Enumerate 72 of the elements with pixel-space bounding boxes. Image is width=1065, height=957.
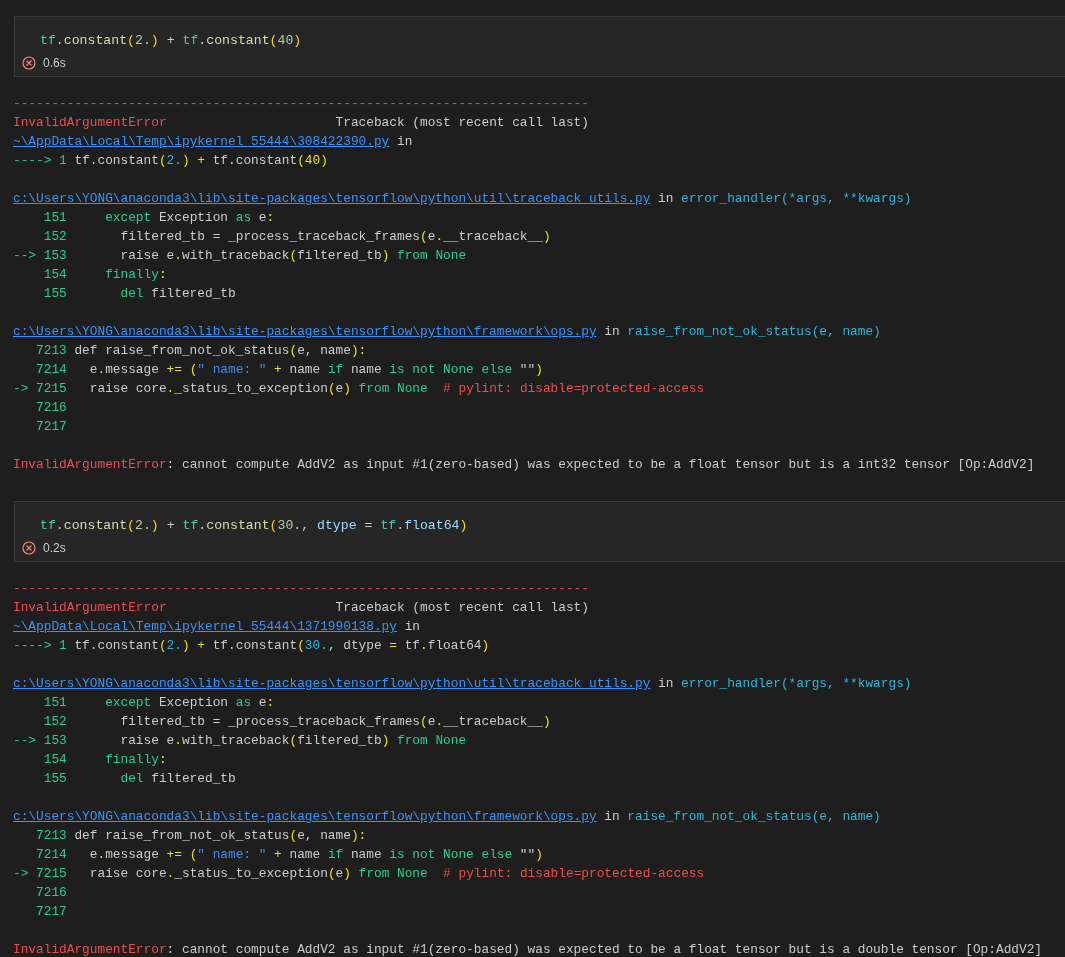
line-number: 7213	[36, 342, 67, 360]
code-text: filtered_tb = _process_traceback_frames(e.__traceback__)	[119, 713, 551, 731]
code-text: tf.constant(2.) + tf.constant(40)	[73, 152, 328, 170]
file-link[interactable]: c:\Users\YONG\anaconda3\lib\site-packages\tensorflow\python\util\traceback_utils.py	[13, 189, 651, 208]
line-number: 1	[59, 152, 67, 170]
line-number: 7217	[36, 903, 67, 921]
line-number: 1	[59, 637, 67, 655]
execution-time: 0.6s	[43, 56, 66, 70]
line-number: 154	[43, 751, 67, 769]
code-text: InvalidArgumentError Traceback (most recent call last)	[13, 599, 589, 617]
file-link[interactable]: ~\AppData\Local\Temp\ipykernel_55444\308422390.py	[13, 132, 390, 151]
line-number: 7216	[36, 884, 67, 902]
line-number: 151	[43, 694, 67, 712]
code-text: in raise_from_not_ok_status(e, name)	[603, 808, 881, 826]
code-text: raise e.with_traceback(filtered_tb) from None	[119, 732, 467, 750]
line-number: 7215	[36, 380, 67, 398]
file-link[interactable]: c:\Users\YONG\anaconda3\lib\site-packages\tensorflow\python\util\traceback_utils.py	[13, 674, 651, 693]
file-link[interactable]: c:\Users\YONG\anaconda3\lib\site-packages\tensorflow\python\framework\ops.py	[13, 807, 597, 826]
code-text: del filtered_tb	[119, 770, 236, 788]
line-number: 154	[43, 266, 67, 284]
code-text: filtered_tb = _process_traceback_frames(e.__traceback__)	[119, 228, 551, 246]
code-text: finally:	[104, 266, 167, 284]
line-number: 155	[43, 285, 67, 303]
code-line: tf.constant(2.) + tf.constant(40)	[39, 32, 302, 50]
execution-time: 0.2s	[43, 541, 66, 555]
line-number: 7214	[36, 361, 67, 379]
code-text: raise core._status_to_exception(e) from None # pylint: disable=protected-access	[88, 865, 705, 883]
line-number: 155	[43, 770, 67, 788]
code-text: InvalidArgumentError: cannot compute AddV2 as input #1(zero-based) was expected to be a float tensor but is a int32 tensor [Op:AddV2]	[13, 456, 1035, 474]
code-text: ---->	[13, 637, 52, 655]
code-text: ---->	[13, 152, 52, 170]
error-icon	[22, 56, 36, 70]
code-text: e.message += (" name: " + name if name is not None else "")	[88, 361, 543, 379]
line-number: 151	[43, 209, 67, 227]
code-text: InvalidArgumentError Traceback (most recent call last)	[13, 114, 589, 132]
line-number: 7216	[36, 399, 67, 417]
code-text: e.message += (" name: " + name if name is not None else "")	[88, 846, 543, 864]
code-text: del filtered_tb	[119, 285, 236, 303]
code-text: in error_handler(*args, **kwargs)	[657, 190, 912, 208]
code-cell[interactable]: tf.constant(2.) + tf.constant(40) 0.6s	[14, 16, 1065, 77]
code-text: ---------------------------------------------------------------------------	[13, 580, 589, 598]
line-number: 152	[43, 713, 67, 731]
code-text: except Exception as e:	[104, 694, 275, 712]
code-cell[interactable]: tf.constant(2.) + tf.constant(30., dtype = tf.float64) 0.2s	[14, 501, 1065, 562]
code-text: def raise_from_not_ok_status(e, name):	[73, 342, 367, 360]
line-number: 7215	[36, 865, 67, 883]
code-text: raise core._status_to_exception(e) from None # pylint: disable=protected-access	[88, 380, 705, 398]
code-text: -->	[13, 732, 37, 750]
line-number: 7213	[36, 827, 67, 845]
file-link[interactable]: ~\AppData\Local\Temp\ipykernel_55444\1371990138.py	[13, 617, 397, 636]
code-text: in	[403, 618, 421, 636]
code-text: ->	[13, 380, 29, 398]
code-text: in error_handler(*args, **kwargs)	[657, 675, 912, 693]
line-number: 7214	[36, 846, 67, 864]
file-link[interactable]: c:\Users\YONG\anaconda3\lib\site-packages\tensorflow\python\framework\ops.py	[13, 322, 597, 341]
code-text: ->	[13, 865, 29, 883]
code-text: ---------------------------------------------------------------------------	[13, 95, 589, 113]
code-text: finally:	[104, 751, 167, 769]
line-number: 153	[43, 732, 67, 750]
code-line: tf.constant(2.) + tf.constant(30., dtype = tf.float64)	[39, 517, 468, 535]
code-text: except Exception as e:	[104, 209, 275, 227]
code-text: def raise_from_not_ok_status(e, name):	[73, 827, 367, 845]
line-number: 7217	[36, 418, 67, 436]
code-text: in	[395, 133, 413, 151]
line-number: 152	[43, 228, 67, 246]
code-text: in raise_from_not_ok_status(e, name)	[603, 323, 881, 341]
code-text: InvalidArgumentError: cannot compute AddV2 as input #1(zero-based) was expected to be a float tensor but is a double tensor [Op:AddV2]	[13, 941, 1043, 957]
error-icon	[22, 541, 36, 555]
code-text: -->	[13, 247, 37, 265]
line-number: 153	[43, 247, 67, 265]
code-text: tf.constant(2.) + tf.constant(30., dtype = tf.float64)	[73, 637, 490, 655]
code-text: raise e.with_traceback(filtered_tb) from None	[119, 247, 467, 265]
